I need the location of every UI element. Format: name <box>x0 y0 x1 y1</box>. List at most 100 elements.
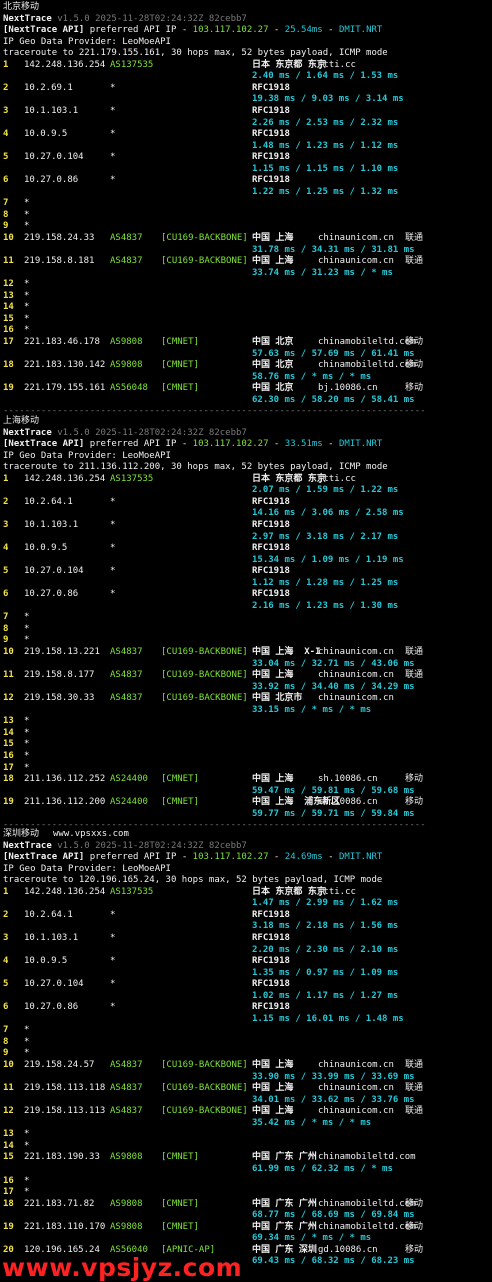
hop-timeout: * <box>24 1187 30 1198</box>
hop-number: 1 <box>3 473 9 484</box>
hop-number: 8 <box>3 623 9 634</box>
hop-number: 10 <box>3 1060 14 1070</box>
hop-rtt: 35.42 ms / * ms / * ms <box>252 1117 372 1128</box>
hop-geo: RFC1918 <box>252 152 290 163</box>
hop-number: 2 <box>3 82 9 93</box>
hop-geo: RFC1918 <box>252 82 290 93</box>
hop-rtt: 15.34 ms / 1.09 ms / 1.19 ms <box>252 554 404 565</box>
hop-number: 5 <box>3 979 9 990</box>
hop-asn: * <box>110 496 116 507</box>
hop-timeout: * <box>24 279 30 290</box>
hop-timeout: * <box>24 221 30 232</box>
hop-geo: 日本 东京都 东京 <box>252 59 326 70</box>
hop-number: 17 <box>3 336 14 347</box>
hop-geo: 中国 广东 广州 <box>252 1152 317 1163</box>
hop-number: 3 <box>3 519 9 530</box>
hop-domain: chinamobileltd.com <box>318 1152 416 1163</box>
hop-domain: chinamobileltd.com <box>318 336 416 347</box>
hop-number: 8 <box>3 209 9 220</box>
hop-number: 15 <box>3 739 14 750</box>
hop-timeout: * <box>24 727 30 738</box>
hop-asn: AS9808 <box>110 336 143 347</box>
hop-rtt: 69.34 ms / * ms / * ms <box>252 1233 372 1244</box>
hop-isp: 联通 <box>405 1083 424 1094</box>
api-line: [NextTrace API] preferred API IP - 103.1… <box>3 439 382 450</box>
hop-rtt: 1.15 ms / 1.15 ms / 1.10 ms <box>252 163 399 174</box>
hop-ip: 10.2.69.1 <box>24 82 73 93</box>
hop-ip: 219.158.24.33 <box>24 233 95 243</box>
hop-timeout: * <box>24 198 30 209</box>
hop-isp: 联通 <box>405 670 424 681</box>
hop-tag: [CU169-BACKBONE] <box>161 233 248 243</box>
hop-rtt: 1.12 ms / 1.28 ms / 1.25 ms <box>252 577 399 588</box>
hop-asn: AS9808 <box>110 1221 143 1232</box>
hop-ip: 219.158.8.177 <box>24 670 95 681</box>
hop-number: 12 <box>3 279 14 290</box>
hop-geo: RFC1918 <box>252 956 290 967</box>
version-line: NextTrace v1.5.0 2025-11-28T02:24:32Z 82… <box>3 841 247 852</box>
hop-geo: RFC1918 <box>252 566 290 577</box>
hop-rtt: 3.18 ms / 2.18 ms / 1.56 ms <box>252 921 399 932</box>
hop-number: 9 <box>3 635 9 646</box>
hop-tag: [CU169-BACKBONE] <box>161 1060 248 1070</box>
hop-number: 11 <box>3 256 14 267</box>
hop-geo: 中国 上海 <box>252 233 294 243</box>
api-dash: - <box>268 439 285 450</box>
version-line: NextTrace v1.5.0 2025-11-28T02:24:32Z 82… <box>3 428 247 439</box>
hop-asn: AS9808 <box>110 1152 143 1163</box>
hop-rtt: 1.35 ms / 0.97 ms / 1.09 ms <box>252 967 399 978</box>
hop-domain: chinaunicom.cn <box>318 1106 394 1117</box>
hop-ip: 211.136.112.200 <box>24 797 106 808</box>
hop-ip: 10.27.0.104 <box>24 152 84 163</box>
hop-ip: 221.183.130.142 <box>24 360 106 371</box>
hop-timeout: * <box>24 1025 30 1036</box>
version-info: v1.5.0 2025-11-28T02:24:32Z 82cebb7 <box>51 427 247 438</box>
api-ip: 103.117.102.27 <box>192 852 269 863</box>
hop-tag: [CMNET] <box>161 797 199 808</box>
hop-asn: AS137535 <box>110 886 154 897</box>
hop-tag: [CU169-BACKBONE] <box>161 1083 248 1094</box>
api-dash2: - <box>322 852 339 863</box>
hop-domain: jtti.cc <box>318 886 356 897</box>
hop-ip: 221.183.71.82 <box>24 1198 95 1209</box>
hop-number: 16 <box>3 325 14 336</box>
hop-timeout: * <box>24 313 30 324</box>
hop-rtt: 34.01 ms / 33.62 ms / 33.76 ms <box>252 1094 415 1105</box>
hop-number: 5 <box>3 566 9 577</box>
hop-geo: 中国 上海 <box>252 1083 294 1094</box>
hop-ip: 10.27.0.86 <box>24 1002 79 1013</box>
hop-number: 9 <box>3 1048 9 1059</box>
hop-number: 6 <box>3 175 9 186</box>
hop-ip: 10.1.103.1 <box>24 105 79 116</box>
hop-asn: * <box>110 589 116 600</box>
api-ms: 25.54ms <box>284 25 323 36</box>
hop-number: 12 <box>3 1106 14 1117</box>
api-dash2: - <box>322 439 339 450</box>
hop-rtt: 33.92 ms / 34.40 ms / 34.29 ms <box>252 681 415 692</box>
hop-domain: chinamobileltd.com <box>318 360 416 371</box>
hop-tag: [CU169-BACKBONE] <box>161 693 248 704</box>
api-mid: preferred API IP - <box>84 852 193 863</box>
hop-geo: RFC1918 <box>252 519 290 530</box>
hop-rtt: 68.77 ms / 68.69 ms / 69.84 ms <box>252 1210 415 1221</box>
hop-asn: * <box>110 129 116 140</box>
hop-ip: 10.0.9.5 <box>24 129 68 140</box>
hop-timeout: * <box>24 325 30 336</box>
hop-asn: * <box>110 566 116 577</box>
hop-number: 13 <box>3 716 14 727</box>
hop-domain: chinamobileltd.com <box>318 1221 416 1232</box>
hop-asn: * <box>110 152 116 163</box>
hop-rtt: 2.07 ms / 1.59 ms / 1.22 ms <box>252 485 399 496</box>
hop-asn: AS9808 <box>110 1198 143 1209</box>
hop-asn: * <box>110 105 116 116</box>
hop-number: 4 <box>3 956 9 967</box>
hop-geo: 中国 上海 <box>252 670 294 681</box>
hop-rtt: 59.47 ms / 59.81 ms / 59.68 ms <box>252 785 415 796</box>
hop-number: 18 <box>3 360 14 371</box>
hop-rtt: 1.48 ms / 1.23 ms / 1.12 ms <box>252 140 399 151</box>
hop-timeout: * <box>24 716 30 727</box>
hop-isp: 联通 <box>405 256 424 267</box>
hop-timeout: * <box>24 302 30 313</box>
hop-ip: 221.183.46.178 <box>24 336 100 347</box>
hop-geo: 中国 北京 <box>252 336 294 347</box>
